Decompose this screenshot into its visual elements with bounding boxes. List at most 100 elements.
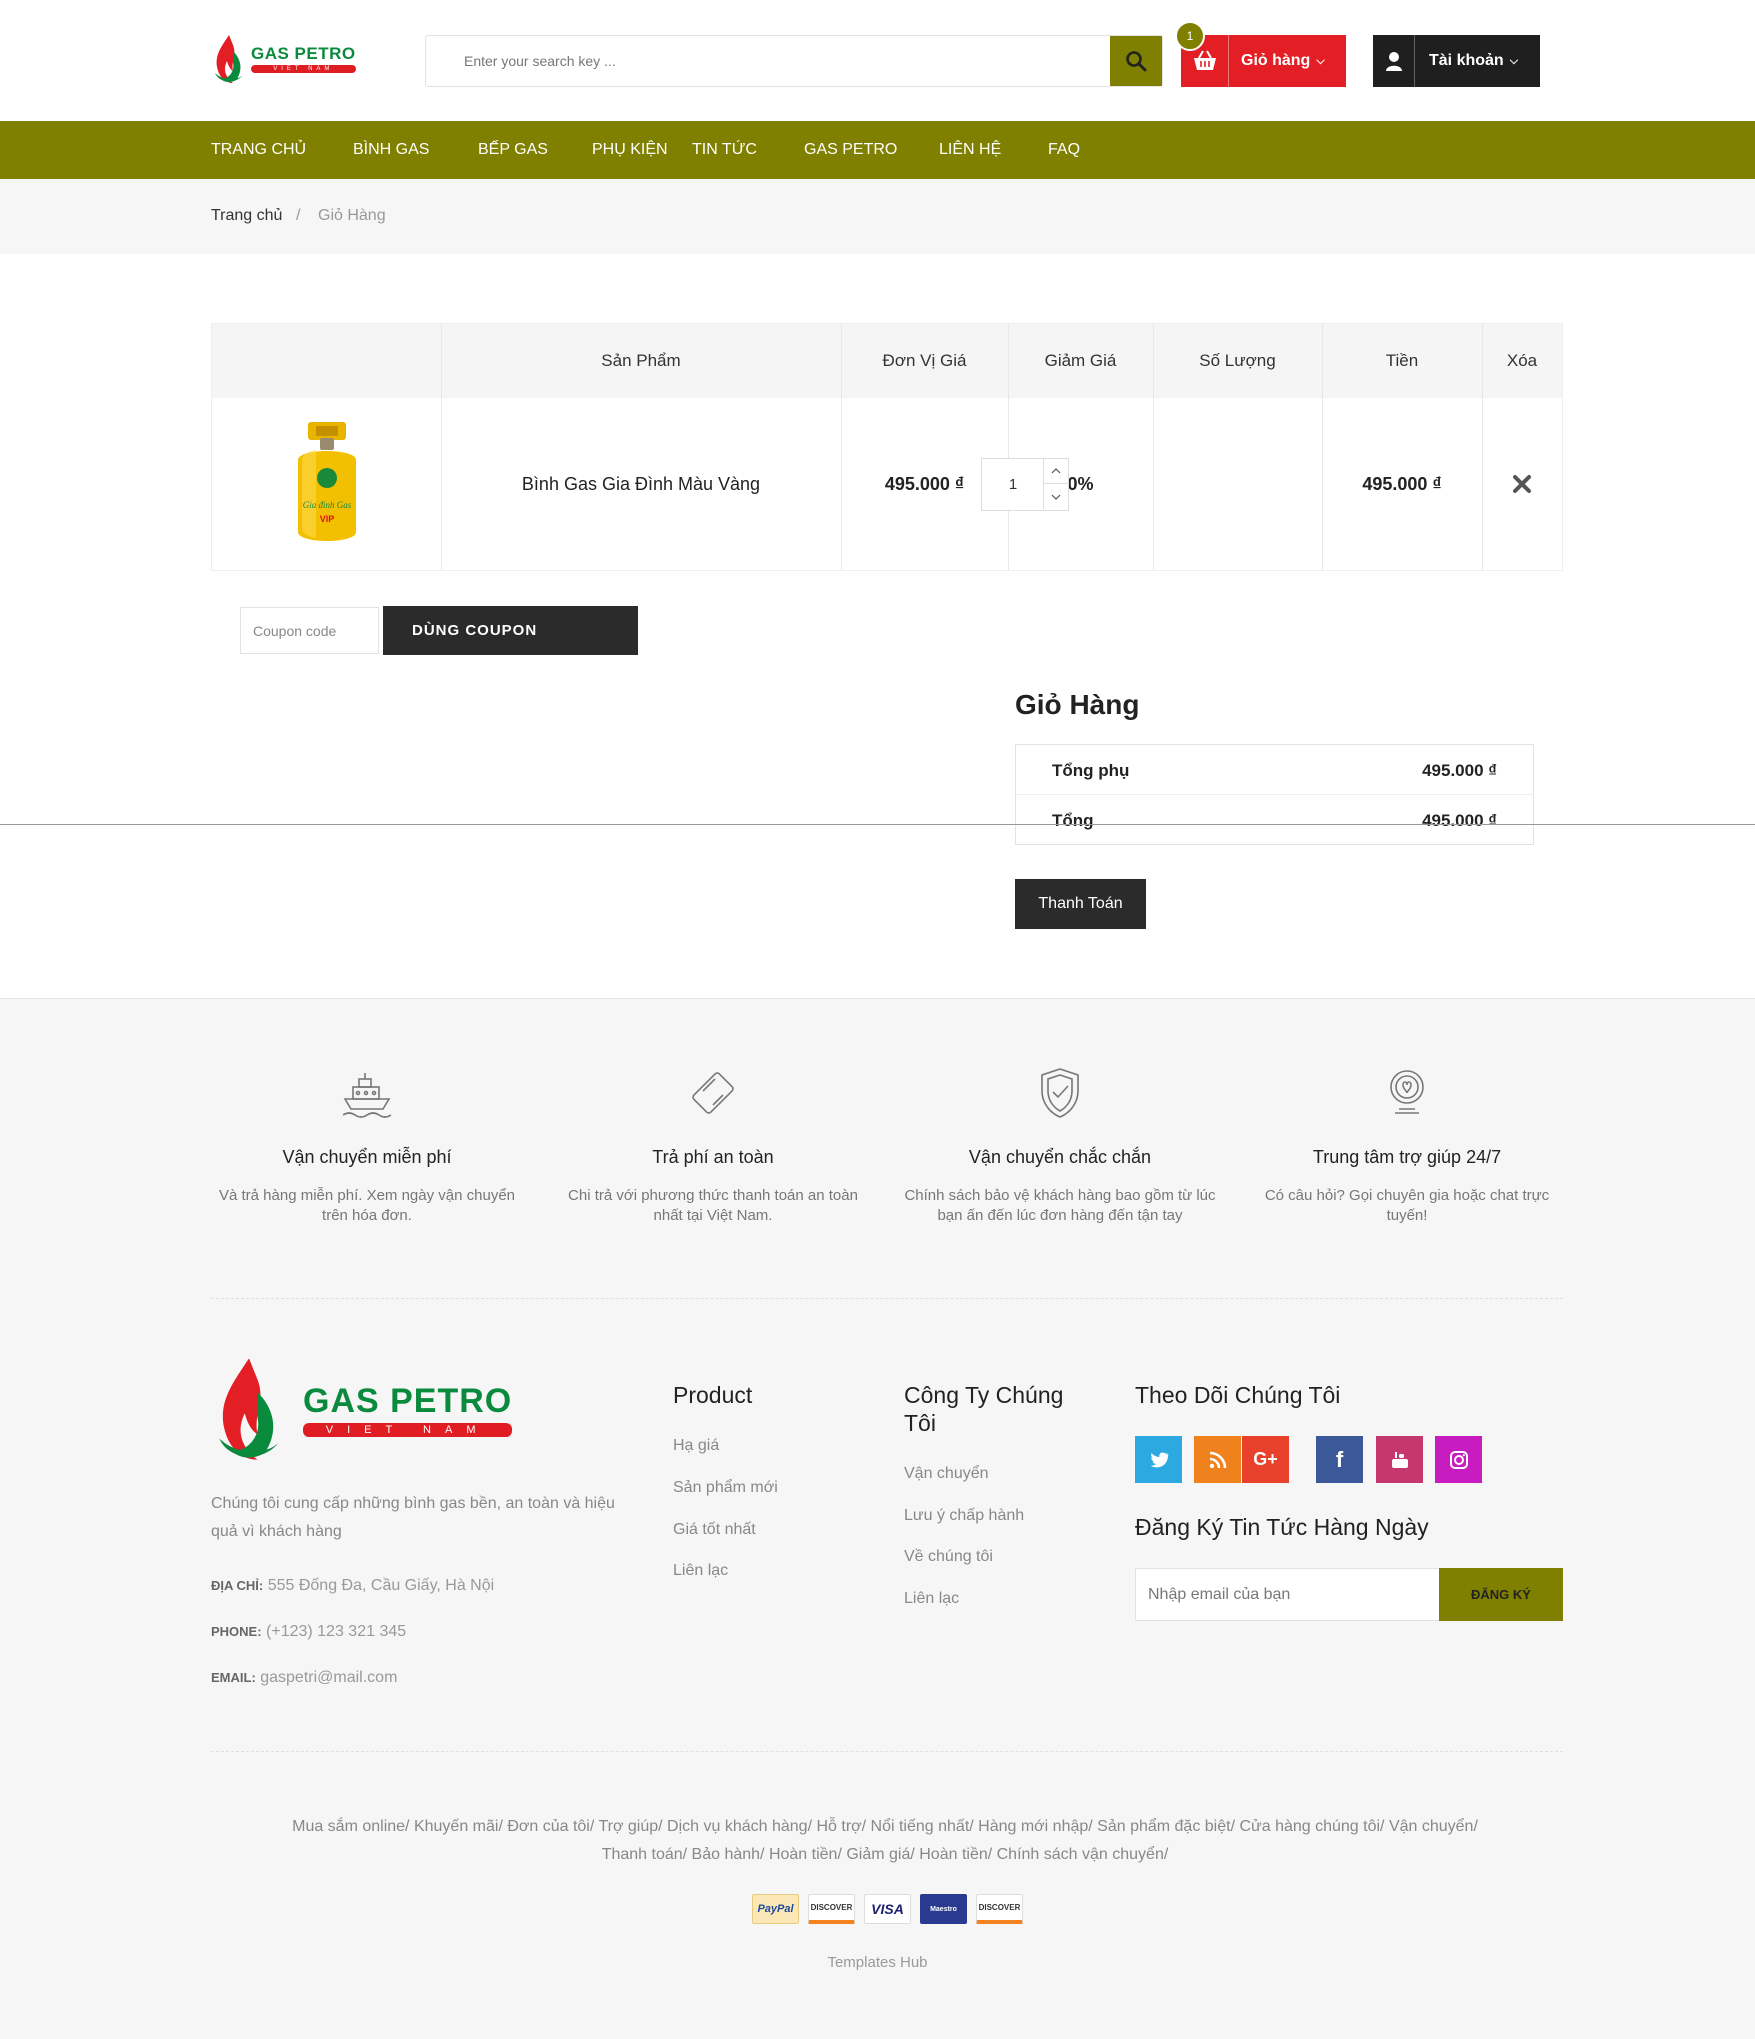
product-image[interactable]: Gia đình Gas VIP [292, 420, 362, 548]
footer-credit[interactable]: Templates Hub [0, 1954, 1755, 1971]
column-header-total: Tiền [1385, 351, 1419, 370]
site-logo[interactable]: GAS PETRO VIET NAM [211, 33, 356, 85]
google-plus-icon: G+ [1253, 1449, 1278, 1469]
footer-phone: PHONE: (+123) 123 321 345 [211, 1623, 406, 1641]
payment-card-icon [692, 1072, 734, 1114]
footer-link[interactable]: Giá tốt nhất [673, 1521, 756, 1539]
footer-link[interactable]: Hạ giá [673, 1437, 719, 1455]
subtotal-row: Tổng phụ 495.000 ₫ [1016, 745, 1533, 795]
table-header: Sản Phẩm Đơn Vị Giá Giảm Giá Số Lượng Ti… [212, 324, 1562, 398]
account-label: Tài khoản [1429, 52, 1504, 69]
footer-logo-sub: VIET NAM [303, 1422, 513, 1437]
footer-links-line[interactable]: Mua sắm online/ Khuyến mãi/ Đơn của tôi/… [240, 1813, 1530, 1841]
quantity-value[interactable]: 1 [982, 459, 1044, 510]
nav-item-accessories[interactable]: PHỤ KIỆN [592, 121, 668, 179]
search-input[interactable] [426, 36, 1111, 86]
quantity-increase-button[interactable] [1043, 459, 1068, 484]
feature-title: Vận chuyển miễn phí [282, 1147, 452, 1167]
footer-link[interactable]: Liên lạc [904, 1590, 959, 1608]
logo-sub: VIET NAM [251, 65, 356, 73]
chevron-up-icon [1051, 468, 1061, 474]
twitter-icon [1150, 1452, 1168, 1467]
flame-logo-icon [219, 1358, 279, 1460]
breadcrumb: Trang chủ / Giỏ Hàng [0, 179, 1755, 254]
footer-link[interactable]: Liên lạc [673, 1562, 728, 1580]
phone-label: PHONE: [211, 1624, 262, 1639]
quantity-stepper[interactable]: 1 [981, 458, 1069, 511]
chevron-down-icon [1051, 494, 1061, 500]
email-value[interactable]: gaspetri@mail.com [260, 1669, 397, 1686]
feature-free-shipping: Vận chuyển miễn phí Và trả hàng miễn phí… [207, 1063, 527, 1226]
feature-secure-payment: Trả phí an toàn Chi trả với phương thức … [553, 1063, 873, 1226]
cart-totals-box: Tổng phụ 495.000 ₫ Tổng 495.000 ₫ [1015, 744, 1534, 845]
column-header-remove: Xóa [1506, 351, 1538, 370]
user-icon [1385, 52, 1402, 71]
nav-item-gas-cylinder[interactable]: BÌNH GAS [353, 121, 429, 179]
discover-badge: DISCOVER [808, 1894, 855, 1924]
column-header-unit-price: Đơn Vị Giá [882, 351, 967, 370]
footer-logo[interactable]: GAS PETRO VIET NAM [211, 1354, 513, 1464]
google-plus-button[interactable]: G+ [1242, 1436, 1289, 1483]
newsletter-email-input[interactable] [1135, 1568, 1440, 1621]
facebook-button[interactable]: f [1316, 1436, 1363, 1483]
cart-label: Giỏ hàng [1241, 52, 1311, 69]
visa-badge: VISA [864, 1894, 911, 1924]
feature-title: Trả phí an toàn [652, 1147, 774, 1167]
footer-link[interactable]: Sản phẩm mới [673, 1479, 778, 1497]
feature-title: Vận chuyển chắc chắn [968, 1147, 1152, 1167]
logo-brand: GAS PETRO [251, 44, 356, 63]
nav-item-gas-stove[interactable]: BẾP GAS [478, 121, 548, 179]
apply-coupon-button[interactable]: DÙNG COUPON [383, 606, 638, 655]
breadcrumb-home[interactable]: Trang chủ [211, 207, 282, 225]
footer-divider [211, 1298, 1563, 1299]
footer-address: ĐỊA CHỈ: 555 Đống Đa, Cầu Giấy, Hà Nội [211, 1577, 494, 1595]
instagram-icon [1449, 1450, 1468, 1469]
newsletter-title: Đăng Ký Tin Tức Hàng Ngày [1135, 1514, 1429, 1540]
maestro-badge: Maestro [920, 1894, 967, 1924]
footer-links-line[interactable]: Thanh toán/ Bảo hành/ Hoàn tiền/ Giảm gi… [240, 1841, 1530, 1869]
nav-item-faq[interactable]: FAQ [1048, 121, 1080, 179]
nav-item-news[interactable]: TIN TỨC [692, 121, 757, 179]
youtube-icon [1391, 1451, 1408, 1468]
footer-company-title: Công Ty Chúng Tôi [904, 1382, 1064, 1436]
cart-button[interactable]: Giỏ hàng ⌵ [1181, 35, 1346, 87]
product-name[interactable]: Bình Gas Gia Đình Màu Vàng [441, 398, 841, 570]
footer-link[interactable]: Vận chuyển [904, 1465, 989, 1483]
nav-item-gas-petro[interactable]: GAS PETRO [804, 121, 897, 179]
youtube-button[interactable] [1376, 1436, 1423, 1483]
search-button[interactable] [1110, 36, 1162, 86]
address-label: ĐỊA CHỈ: [211, 1578, 264, 1593]
footer-about: Chúng tôi cung cấp những bình gas bền, a… [211, 1495, 615, 1540]
cart-table: Sản Phẩm Đơn Vị Giá Giảm Giá Số Lượng Ti… [211, 323, 1563, 571]
account-button[interactable]: Tài khoản ⌵ [1373, 35, 1540, 87]
checkout-button[interactable]: Thanh Toán [1015, 879, 1146, 929]
support-icon [1390, 1070, 1424, 1114]
cart-totals-title: Giỏ Hàng [1015, 689, 1140, 720]
newsletter-subscribe-button[interactable]: ĐĂNG KÝ [1439, 1568, 1563, 1621]
paypal-badge: PayPal [752, 1894, 799, 1924]
twitter-button[interactable] [1135, 1436, 1182, 1483]
subtotal-label: Tổng phụ [1052, 761, 1130, 780]
search-bar [425, 35, 1163, 87]
nav-item-home[interactable]: TRANG CHỦ [211, 121, 306, 179]
email-label: EMAIL: [211, 1670, 256, 1685]
nav-item-contact[interactable]: LIÊN HỆ [939, 121, 1001, 179]
column-header-discount: Giảm Giá [1044, 351, 1117, 370]
quantity-decrease-button[interactable] [1043, 484, 1068, 509]
footer-link[interactable]: Lưu ý chấp hành [904, 1507, 1024, 1525]
feature-support: Trung tâm trợ giúp 24/7 Có câu hỏi? Gọi … [1247, 1063, 1567, 1226]
feature-desc: Có câu hỏi? Gọi chuyên gia hoặc chat trự… [1264, 1187, 1550, 1224]
footer-product-title: Product [673, 1382, 753, 1408]
footer-link[interactable]: Về chúng tôi [904, 1548, 993, 1566]
feature-desc: Chính sách bảo vệ khách hàng bao gồm từ … [904, 1187, 1216, 1224]
remove-item-button[interactable] [1482, 398, 1562, 570]
rss-button[interactable] [1194, 1436, 1241, 1483]
chevron-down-icon: ⌵ [1509, 54, 1519, 67]
instagram-button[interactable] [1435, 1436, 1482, 1483]
site-header: GAS PETRO VIET NAM Giỏ hàng ⌵ 1 [0, 0, 1755, 121]
phone-value[interactable]: (+123) 123 321 345 [266, 1623, 406, 1640]
feature-title: Trung tâm trợ giúp 24/7 [1312, 1147, 1502, 1167]
facebook-icon: f [1335, 1446, 1344, 1472]
footer-bottom-links: Mua sắm online/ Khuyến mãi/ Đơn của tôi/… [240, 1813, 1530, 1869]
coupon-code-input[interactable] [240, 607, 379, 654]
